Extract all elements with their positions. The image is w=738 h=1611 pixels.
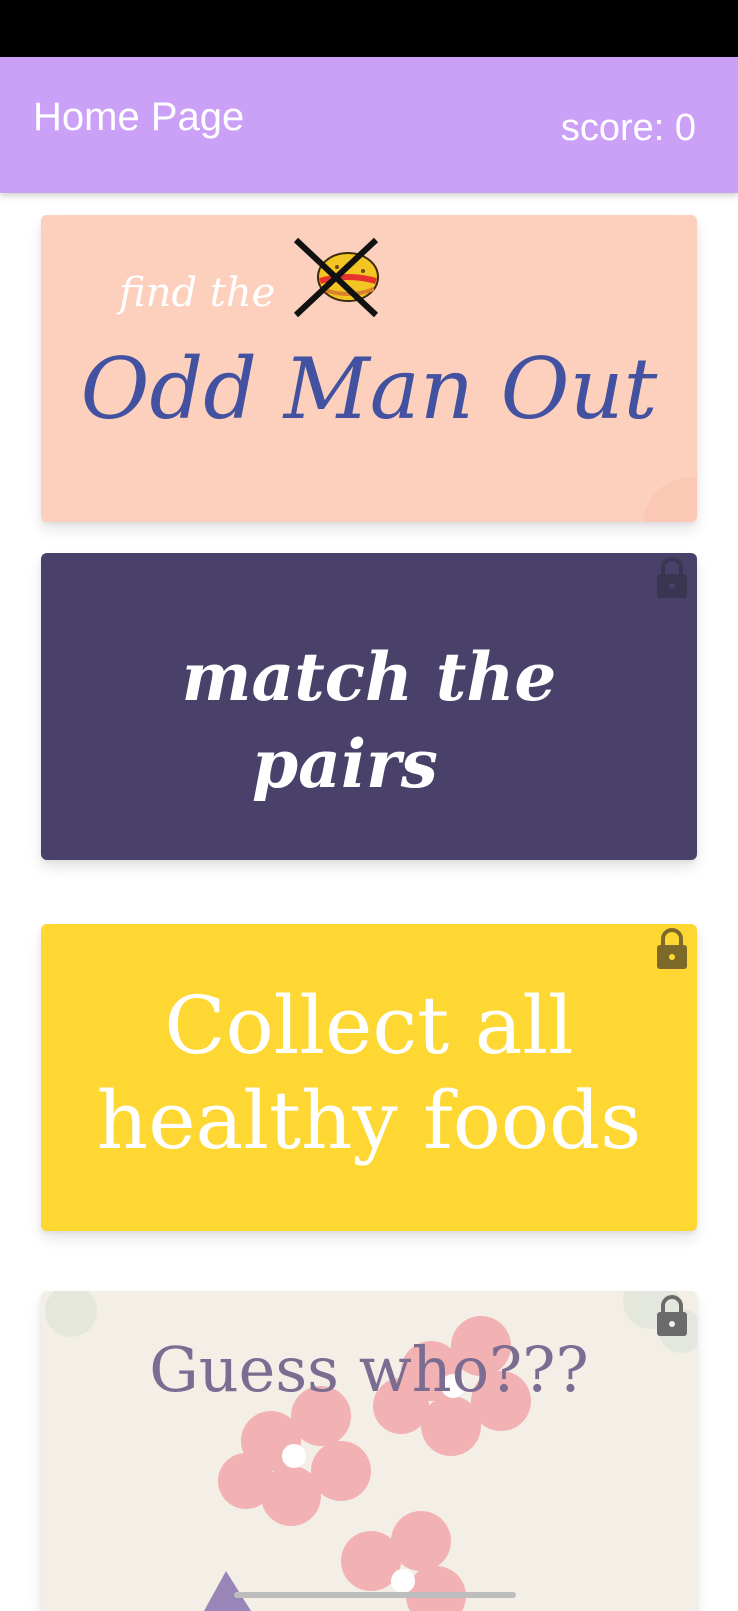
game-card-collect-healthy-foods[interactable]: Collect all healthy foods bbox=[41, 924, 697, 1231]
game-card-guess-who[interactable]: Guess who??? bbox=[41, 1291, 697, 1611]
card-title-line2: pairs bbox=[252, 725, 438, 803]
app-bar: Home Page score: 0 bbox=[0, 57, 738, 193]
home-indicator[interactable] bbox=[234, 1592, 516, 1598]
score-label: score: 0 bbox=[560, 107, 696, 149]
lock-icon bbox=[657, 1295, 687, 1336]
game-card-odd-man-out[interactable]: find the Odd Man Out bbox=[41, 215, 697, 522]
card-title: Guess who??? bbox=[149, 1333, 589, 1406]
page-title: Home Page bbox=[33, 95, 245, 139]
card-title: Odd Man Out bbox=[80, 340, 658, 438]
card-title-line2: healthy foods bbox=[96, 1074, 642, 1167]
game-card-match-the-pairs[interactable]: match the pairs bbox=[41, 553, 697, 860]
card-title-line1: match the bbox=[181, 638, 557, 716]
card-subtitle: find the bbox=[119, 270, 276, 316]
card-title-line1: Collect all bbox=[164, 979, 574, 1072]
burger-icon bbox=[317, 252, 379, 302]
lock-icon bbox=[657, 928, 687, 969]
lock-icon bbox=[657, 557, 687, 598]
status-bar bbox=[0, 0, 738, 57]
